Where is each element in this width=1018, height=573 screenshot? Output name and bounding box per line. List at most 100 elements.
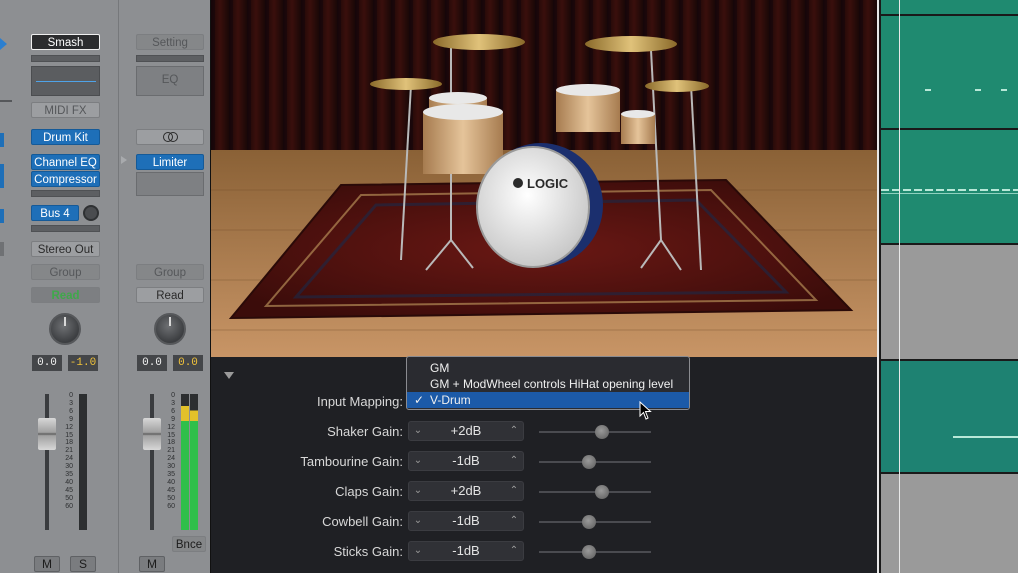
slider-thumb[interactable]: [582, 515, 597, 529]
sticks-gain-label: Sticks Gain:: [333, 544, 403, 559]
chevron-down-icon[interactable]: ⌄: [411, 542, 425, 560]
volume-value[interactable]: 0.0: [32, 355, 62, 371]
fx-arrow-icon: [121, 156, 127, 164]
audio-fx-slot-1[interactable]: Channel EQ: [31, 154, 100, 170]
drum-kit-plugin-window: LOGIC Input Mapping: Shaker Gain: ⌄ +2dB…: [210, 0, 878, 573]
send-slot[interactable]: Bus 4: [31, 205, 79, 221]
bounce-button[interactable]: Bnce: [172, 536, 206, 552]
region[interactable]: [881, 474, 1018, 573]
dropdown-option-label: V-Drum: [430, 393, 471, 407]
level-meter-left: [181, 394, 189, 530]
drum-kit-image[interactable]: LOGIC: [211, 0, 878, 357]
gain-reduction-slot: [31, 55, 100, 62]
output-slot[interactable]: Stereo Out: [31, 241, 100, 257]
volume-fader-handle[interactable]: [38, 418, 56, 450]
pan-knob[interactable]: [49, 313, 81, 345]
meter-scale: 0 3 6 9 12 15 18 21 24 30 35 40 45 50 60: [167, 392, 175, 510]
level-meter: [79, 394, 87, 530]
slider-thumb[interactable]: [594, 425, 609, 439]
cowbell-gain-stepper[interactable]: ⌄ -1dB ⌃: [408, 511, 524, 531]
volume-fader-track[interactable]: [45, 394, 49, 530]
audio-fx-empty-slot[interactable]: [136, 172, 204, 196]
chevron-up-icon[interactable]: ⌃: [507, 482, 521, 500]
region[interactable]: [881, 130, 1018, 243]
gain-reduction-slot: [136, 55, 204, 62]
eq-label: EQ: [161, 74, 179, 86]
sticks-gain-value: -1dB: [452, 543, 480, 558]
pan-knob[interactable]: [154, 313, 186, 345]
chevron-down-icon[interactable]: ⌄: [411, 512, 425, 530]
stereo-link-icon: [163, 132, 178, 142]
cowbell-gain-value: -1dB: [452, 513, 480, 528]
tambourine-gain-label: Tambourine Gain:: [300, 454, 403, 469]
volume-value[interactable]: 0.0: [137, 355, 167, 371]
mixer-panel: Smash MIDI FX Drum Kit Channel EQ Compre…: [0, 0, 210, 573]
chevron-down-icon[interactable]: ⌄: [411, 482, 425, 500]
dropdown-option-gm-modwheel[interactable]: GM + ModWheel controls HiHat opening lev…: [407, 376, 689, 392]
claps-gain-value: +2dB: [450, 483, 482, 498]
region[interactable]: [881, 0, 1018, 14]
tracks-area: [877, 0, 1018, 573]
slider-thumb[interactable]: [582, 455, 597, 469]
peak-value[interactable]: 0.0: [173, 355, 203, 371]
automation-mode-button[interactable]: Read: [31, 287, 100, 303]
slider-thumb[interactable]: [582, 545, 597, 559]
shaker-gain-slider[interactable]: [539, 425, 651, 439]
solo-button[interactable]: S: [70, 556, 96, 572]
slider-thumb[interactable]: [594, 485, 609, 499]
region[interactable]: [881, 245, 1018, 359]
region[interactable]: [881, 16, 1018, 128]
sticks-gain-stepper[interactable]: ⌄ -1dB ⌃: [408, 541, 524, 561]
drum-kit-illustration: LOGIC: [211, 0, 878, 357]
automation-mode-button[interactable]: Read: [136, 287, 204, 303]
cowbell-gain-label: Cowbell Gain:: [322, 514, 403, 529]
chevron-up-icon[interactable]: ⌃: [507, 542, 521, 560]
audio-fx-empty-slot[interactable]: [31, 190, 100, 197]
chevron-up-icon[interactable]: ⌃: [507, 452, 521, 470]
eq-thumbnail[interactable]: [31, 66, 100, 96]
tambourine-gain-stepper[interactable]: ⌄ -1dB ⌃: [408, 451, 524, 471]
mouse-cursor-icon: [639, 401, 652, 420]
send-empty-slot[interactable]: [31, 225, 100, 232]
stereo-link-button[interactable]: [136, 129, 204, 145]
channel-strip-drum-kit: Smash MIDI FX Drum Kit Channel EQ Compre…: [0, 0, 118, 573]
audio-fx-slot-2[interactable]: Compressor: [31, 171, 100, 187]
claps-gain-label: Claps Gain:: [335, 484, 403, 499]
setting-button[interactable]: Smash: [31, 34, 100, 50]
claps-gain-slider[interactable]: [539, 485, 651, 499]
peak-value[interactable]: -1.0: [68, 355, 98, 371]
playhead[interactable]: [899, 0, 900, 573]
dropdown-option-gm[interactable]: GM: [407, 360, 689, 376]
volume-fader-track[interactable]: [150, 394, 154, 530]
region[interactable]: [881, 361, 1018, 472]
chevron-down-icon[interactable]: ⌄: [411, 452, 425, 470]
mute-button[interactable]: M: [34, 556, 60, 572]
send-level-knob[interactable]: [83, 205, 99, 221]
checkmark-icon: ✓: [414, 393, 425, 407]
input-mapping-label: Input Mapping:: [316, 394, 403, 409]
setting-button[interactable]: Setting: [136, 34, 204, 50]
midi-fx-slot[interactable]: MIDI FX: [31, 102, 100, 118]
shaker-gain-stepper[interactable]: ⌄ +2dB ⌃: [408, 421, 524, 441]
claps-gain-stepper[interactable]: ⌄ +2dB ⌃: [408, 481, 524, 501]
chevron-up-icon[interactable]: ⌃: [507, 512, 521, 530]
mute-button[interactable]: M: [139, 556, 165, 572]
level-meter-right: [190, 394, 198, 530]
eq-thumbnail[interactable]: EQ: [136, 66, 204, 96]
group-slot[interactable]: Group: [31, 264, 100, 280]
kit-logo-text: LOGIC: [527, 176, 569, 191]
chevron-down-icon[interactable]: ⌄: [411, 422, 425, 440]
instrument-slot[interactable]: Drum Kit: [31, 129, 100, 145]
cowbell-gain-slider[interactable]: [539, 515, 651, 529]
audio-fx-slot-1[interactable]: Limiter: [136, 154, 204, 170]
sticks-gain-slider[interactable]: [539, 545, 651, 559]
volume-fader-handle[interactable]: [143, 418, 161, 450]
group-slot[interactable]: Group: [136, 264, 204, 280]
shaker-gain-label: Shaker Gain:: [327, 424, 403, 439]
channel-strip-stereo-out: Setting EQ Limiter Group Read 0.0 0.0 03…: [118, 0, 211, 573]
disclosure-triangle-icon[interactable]: [224, 372, 234, 379]
tambourine-gain-slider[interactable]: [539, 455, 651, 469]
meter-scale: 0 3 6 9 12 15 18 21 24 30 35 40 45 50 60: [65, 392, 73, 510]
chevron-up-icon[interactable]: ⌃: [507, 422, 521, 440]
shaker-gain-value: +2dB: [450, 423, 482, 438]
